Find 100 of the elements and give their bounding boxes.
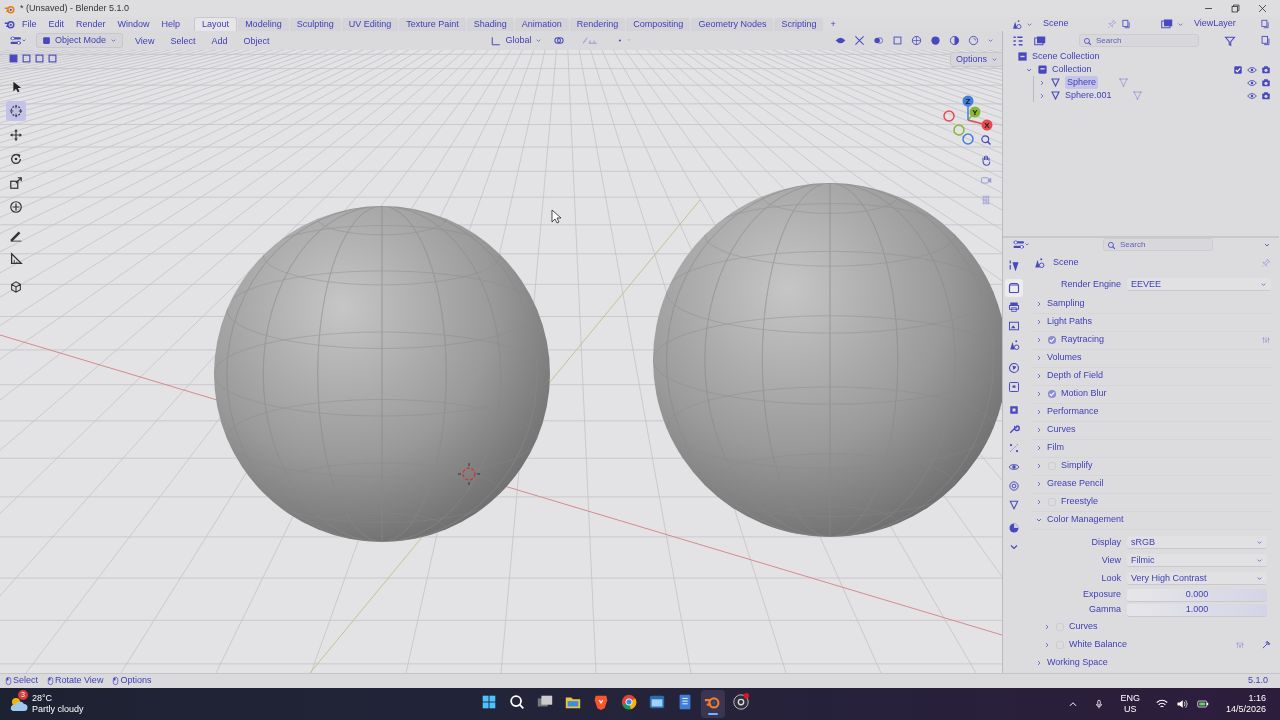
outliner-editor-icon[interactable]: [1011, 34, 1025, 47]
wifi-icon[interactable]: [1155, 698, 1168, 710]
panel-header[interactable]: Curves: [1047, 423, 1076, 437]
panel-header[interactable]: Raytracing: [1061, 333, 1105, 347]
taskbar-app[interactable]: [700, 690, 725, 718]
number-field[interactable]: 0.000: [1127, 588, 1267, 602]
search-field[interactable]: Search: [1103, 238, 1213, 251]
axis-handle[interactable]: Y: [969, 106, 981, 118]
properties-tab[interactable]: [1005, 278, 1023, 297]
eye-icon[interactable]: [1247, 77, 1257, 88]
hand-icon[interactable]: [980, 154, 992, 166]
panel-header[interactable]: Grease Pencil: [1047, 477, 1104, 491]
xray-icon[interactable]: [892, 35, 903, 46]
outliner-item[interactable]: Sphere.001: [1065, 89, 1112, 102]
box-select-icon[interactable]: [9, 54, 18, 63]
checkbox[interactable]: [1233, 64, 1243, 75]
panel-header[interactable]: Film: [1047, 441, 1064, 455]
scene-icon[interactable]: [1011, 18, 1022, 30]
workspace-tab[interactable]: Compositing: [626, 17, 691, 31]
add-workspace-button[interactable]: +: [824, 17, 842, 31]
scene-name[interactable]: Scene: [1043, 17, 1103, 31]
workspace-tab[interactable]: Geometry Nodes: [691, 17, 774, 31]
checkbox[interactable]: [1047, 389, 1057, 399]
workspace-tab[interactable]: Scripting: [774, 17, 824, 31]
menu-item[interactable]: Add: [207, 33, 232, 48]
panel-header[interactable]: Volumes: [1047, 351, 1082, 365]
number-field[interactable]: 1.000: [1127, 603, 1267, 617]
material-shading-icon[interactable]: [949, 35, 960, 46]
panel-header[interactable]: Working Space: [1047, 655, 1108, 670]
language-indicator[interactable]: ENG US: [1120, 693, 1140, 715]
weather-icon[interactable]: [8, 695, 28, 713]
eye-icon[interactable]: [1247, 64, 1257, 75]
extend-icon[interactable]: [22, 54, 31, 63]
axis-handle[interactable]: X: [981, 119, 993, 131]
menu-item[interactable]: File: [16, 17, 43, 31]
panel-header[interactable]: White Balance: [1069, 637, 1128, 652]
panel-header[interactable]: Light Paths: [1047, 315, 1093, 329]
invert-icon[interactable]: [48, 54, 57, 63]
panel-header[interactable]: Depth of Field: [1047, 369, 1104, 383]
search-field[interactable]: Search: [1079, 33, 1199, 47]
dropdown[interactable]: Very High Contrast: [1127, 572, 1267, 585]
gizmo-toggle-icon[interactable]: [854, 35, 865, 46]
camera-icon[interactable]: [1261, 77, 1271, 88]
menu-item[interactable]: Render: [70, 17, 112, 31]
panel-header[interactable]: Color Management: [1047, 513, 1124, 527]
menu-item[interactable]: View: [131, 33, 159, 48]
solid-shading-icon[interactable]: [930, 35, 941, 46]
filter-icon[interactable]: [1223, 34, 1236, 47]
battery-icon[interactable]: [1195, 698, 1210, 710]
panel-header[interactable]: Sampling: [1047, 297, 1085, 311]
eye-icon[interactable]: [1247, 90, 1257, 101]
workspace-tab[interactable]: Animation: [514, 17, 569, 31]
chevron-up-icon[interactable]: [1068, 699, 1079, 709]
restore-icon[interactable]: [1230, 3, 1241, 14]
camera-icon[interactable]: [1261, 90, 1271, 101]
subtract-icon[interactable]: [35, 54, 44, 63]
orientation-dropdown[interactable]: Global: [491, 33, 543, 48]
dropdown[interactable]: sRGB: [1127, 536, 1267, 549]
image-stack-icon[interactable]: [1161, 18, 1173, 30]
microphone-icon[interactable]: [1094, 698, 1105, 710]
view-layer-name[interactable]: ViewLayer: [1194, 17, 1256, 31]
copy-icon[interactable]: [1260, 19, 1270, 29]
clock[interactable]: 1:16 14/5/2026: [1225, 693, 1266, 715]
menu-item[interactable]: Help: [155, 17, 187, 31]
copy-icon[interactable]: [1121, 19, 1131, 29]
axis-handle[interactable]: Z: [962, 95, 974, 107]
panel-header[interactable]: Freestyle: [1061, 495, 1098, 509]
zoom-icon[interactable]: [980, 134, 992, 146]
menu-item[interactable]: Edit: [42, 17, 71, 31]
close-icon[interactable]: [1257, 3, 1268, 14]
options-dropdown[interactable]: Options: [950, 52, 1002, 67]
workspace-tab[interactable]: Sculpting: [289, 17, 341, 31]
blender-logo-icon[interactable]: [4, 18, 16, 30]
chevron-icon[interactable]: [987, 37, 994, 44]
new-collection-icon[interactable]: [1260, 35, 1271, 46]
camera-icon[interactable]: [1261, 64, 1271, 75]
wireframe-shading-icon[interactable]: [911, 35, 922, 46]
panel-header[interactable]: Simplify: [1061, 459, 1093, 473]
visibility-icon[interactable]: [835, 35, 846, 46]
panel-header[interactable]: Performance: [1047, 405, 1099, 419]
workspace-tab[interactable]: Modeling: [238, 17, 289, 31]
menu-item[interactable]: Window: [111, 17, 156, 31]
panel-header[interactable]: Curves: [1069, 619, 1098, 634]
workspace-tab[interactable]: Rendering: [569, 17, 626, 31]
outliner-item[interactable]: Sphere: [1065, 76, 1099, 89]
workspace-tab[interactable]: UV Editing: [341, 17, 399, 31]
workspace-tab[interactable]: Layout: [194, 17, 238, 31]
panel-header[interactable]: Motion Blur: [1061, 387, 1107, 401]
display-mode-icon[interactable]: [1033, 34, 1047, 47]
speaker-icon[interactable]: [1175, 698, 1188, 710]
chevron-icon[interactable]: [1026, 20, 1033, 28]
menu-item[interactable]: Select: [166, 33, 200, 48]
editor-type-icon[interactable]: [8, 34, 28, 47]
dropdown[interactable]: Filmic: [1127, 554, 1267, 567]
outliner-item[interactable]: Scene Collection: [1032, 50, 1100, 63]
rendered-shading-icon[interactable]: [968, 35, 979, 46]
mode-dropdown[interactable]: Object Mode: [36, 33, 124, 48]
workspace-tab[interactable]: Shading: [466, 17, 514, 31]
outliner-item[interactable]: Collection: [1052, 63, 1092, 76]
navigation-gizmo[interactable]: X Y Z: [940, 70, 1000, 150]
